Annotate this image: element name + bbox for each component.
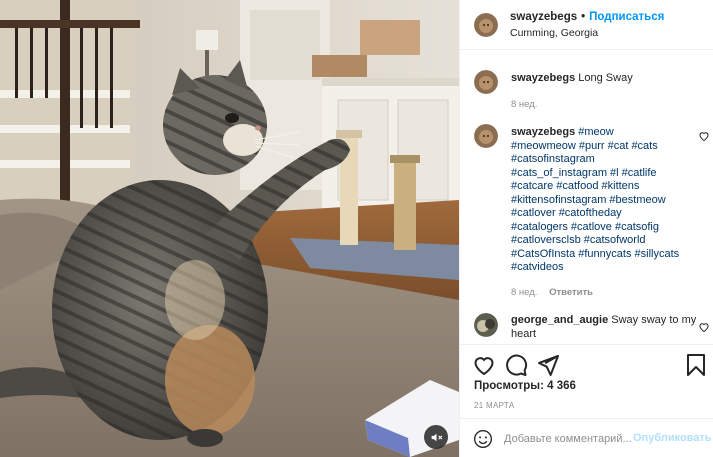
follow-button[interactable]: Подписаться [589, 11, 664, 23]
post-header: swayzebegs • Подписаться Cumming, Georgia [460, 0, 713, 50]
comment-username[interactable]: george_and_augie [511, 314, 608, 326]
avatar-image [474, 12, 498, 37]
view-count[interactable]: Просмотры: 4 366 [474, 380, 576, 392]
reply-button[interactable]: Ответить [549, 287, 593, 298]
avatar[interactable] [474, 124, 498, 148]
comment-item: george_and_augie Sway sway to my heart [474, 313, 710, 341]
avatar[interactable] [474, 70, 498, 94]
bookmark-icon[interactable] [684, 353, 708, 377]
video-frame-cat-image [0, 0, 459, 457]
volume-mute-button[interactable] [424, 425, 448, 449]
post-actions: Просмотры: 4 366 21 МАРТА [460, 344, 713, 410]
avatar[interactable] [474, 313, 498, 337]
comment-item: swayzebegs #meow #meowmeow #purr #cat #c… [474, 124, 710, 299]
avatar-image [474, 124, 498, 148]
comment-hashtags[interactable]: #meow #meowmeow #purr #cat #cats #catsof… [511, 126, 679, 273]
comment-username[interactable]: swayzebegs [511, 126, 575, 138]
publish-comment-button[interactable]: Опубликовать [633, 432, 712, 444]
comment-icon[interactable] [504, 353, 528, 377]
avatar-image [474, 70, 498, 94]
comment-time[interactable]: 8 нед. [511, 287, 537, 298]
comments-list[interactable]: swayzebegs Long Sway 8 нед. swayzebegs #… [460, 52, 713, 344]
post-side-panel: swayzebegs • Подписаться Cumming, Georgia … [459, 0, 713, 457]
volume-mute-icon [431, 433, 442, 441]
comment-username[interactable]: swayzebegs [511, 72, 575, 84]
post-location[interactable]: Cumming, Georgia [510, 25, 664, 41]
comment-input[interactable] [504, 430, 636, 448]
separator-dot: • [581, 10, 586, 23]
share-icon[interactable] [536, 353, 560, 377]
post-date[interactable]: 21 МАРТА [474, 401, 514, 410]
comment-time[interactable]: 8 нед. [511, 99, 537, 110]
avatar-image [474, 313, 498, 337]
comment-text: Long Sway [578, 72, 633, 84]
like-comment-heart-icon[interactable] [698, 130, 710, 142]
like-comment-heart-icon[interactable] [698, 321, 710, 333]
post-dialog: swayzebegs • Подписаться Cumming, Georgia … [0, 0, 713, 457]
heart-icon[interactable] [472, 353, 496, 377]
author-username[interactable]: swayzebegs [510, 11, 577, 23]
avatar[interactable] [474, 12, 498, 37]
caption-item: swayzebegs Long Sway 8 нед. [474, 70, 710, 111]
add-comment-bar: Опубликовать [460, 418, 713, 457]
emoji-icon[interactable] [473, 429, 493, 449]
post-video[interactable] [0, 0, 459, 457]
